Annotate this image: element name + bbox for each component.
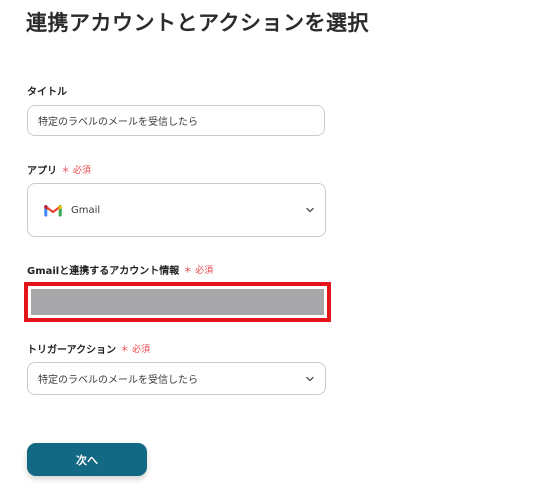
trigger-action-select[interactable]: 特定のラベルのメールを受信したら xyxy=(27,362,326,395)
app-field-label: アプリ ＊ 必須 xyxy=(27,162,91,177)
page-title: 連携アカウントとアクションを選択 xyxy=(26,11,369,35)
required-badge: ＊ 必須 xyxy=(61,166,91,176)
account-select-redacted[interactable] xyxy=(24,282,331,322)
chevron-down-icon xyxy=(306,376,314,381)
account-label-text: Gmailと連携するアカウント情報 xyxy=(27,266,180,277)
app-label-text: アプリ xyxy=(27,166,57,177)
title-field-label: タイトル xyxy=(27,83,67,98)
trigger-label-text: トリガーアクション xyxy=(27,345,117,356)
title-label-text: タイトル xyxy=(27,87,67,98)
account-field-label: Gmailと連携するアカウント情報 ＊ 必須 xyxy=(27,262,213,277)
next-button[interactable]: 次へ xyxy=(27,443,147,476)
trigger-select-value: 特定のラベルのメールを受信したら xyxy=(38,375,198,386)
chevron-down-icon xyxy=(306,207,314,213)
app-select-value: Gmail xyxy=(71,204,101,216)
gmail-icon xyxy=(44,205,62,217)
required-badge: ＊ 必須 xyxy=(183,266,214,276)
trigger-field-label: トリガーアクション ＊ 必須 xyxy=(27,341,150,356)
required-badge: ＊ 必須 xyxy=(120,345,150,355)
redaction-block xyxy=(31,289,324,315)
app-select[interactable]: Gmail xyxy=(27,183,326,237)
title-input[interactable] xyxy=(27,105,325,136)
